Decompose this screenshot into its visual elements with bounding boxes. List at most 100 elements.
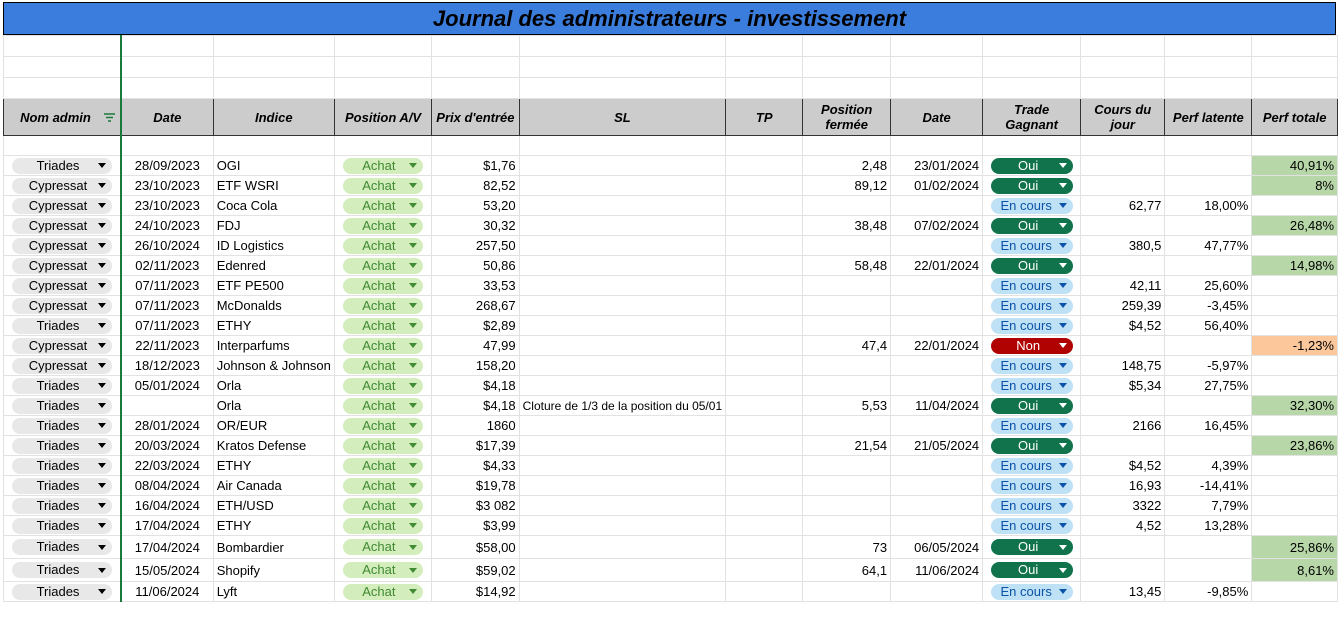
cell-perf-totale[interactable]: 23,86% xyxy=(1251,435,1338,456)
cell-sl[interactable] xyxy=(518,155,727,176)
header-sl[interactable]: SL xyxy=(518,98,727,136)
admin-dropdown[interactable]: Triades xyxy=(12,517,112,534)
cell-perf-totale[interactable]: 8% xyxy=(1251,175,1338,196)
header-date-fermeture[interactable]: Date xyxy=(890,98,984,136)
cell-date[interactable]: 18/12/2023 xyxy=(120,355,214,376)
position-dropdown[interactable]: Achat xyxy=(342,457,423,474)
cell-tp[interactable] xyxy=(725,255,804,276)
cell-indice[interactable]: Shopify xyxy=(212,558,335,582)
cell-admin[interactable]: Cypressat xyxy=(2,295,122,316)
admin-dropdown[interactable]: Triades xyxy=(12,539,112,556)
position-dropdown[interactable]: Achat xyxy=(342,539,423,556)
cell-position-fermee[interactable] xyxy=(802,275,892,296)
cell-perf-latente[interactable]: 56,40% xyxy=(1164,315,1253,336)
cell-perf-totale[interactable]: 26,48% xyxy=(1251,215,1338,236)
cell-sl[interactable] xyxy=(518,235,727,256)
cell-tp[interactable] xyxy=(725,315,804,336)
cell-position[interactable]: Achat xyxy=(333,275,433,296)
cell-sl[interactable] xyxy=(518,175,727,196)
cell-date-fermeture[interactable] xyxy=(890,375,984,396)
cell-cours-du-jour[interactable] xyxy=(1080,255,1166,276)
position-dropdown[interactable]: Achat xyxy=(342,197,423,214)
trade-status-dropdown[interactable]: Oui xyxy=(991,217,1074,234)
cell-position[interactable]: Achat xyxy=(333,581,433,602)
admin-dropdown[interactable]: Cypressat xyxy=(12,177,112,194)
cell-sl[interactable] xyxy=(518,315,727,336)
trade-status-dropdown[interactable]: En cours xyxy=(991,317,1074,334)
cell-date[interactable] xyxy=(120,395,214,416)
cell-position[interactable]: Achat xyxy=(333,315,433,336)
cell-prix-entree[interactable]: 268,67 xyxy=(431,295,520,316)
admin-dropdown[interactable]: Triades xyxy=(12,457,112,474)
cell-trade-gagnant[interactable]: Oui xyxy=(982,558,1082,582)
table-row[interactable]: Triades 07/11/2023 ETHY Achat $2,89 En cours $… xyxy=(2,315,1338,336)
cell-indice[interactable]: OR/EUR xyxy=(212,415,335,436)
table-row[interactable]: Cypressat 24/10/2023 FDJ Achat 30,32 38,48 07/… xyxy=(2,215,1338,236)
cell-sl[interactable] xyxy=(518,255,727,276)
cell-prix-entree[interactable]: $17,39 xyxy=(431,435,520,456)
position-dropdown[interactable]: Achat xyxy=(342,583,423,600)
cell-position-fermee[interactable] xyxy=(802,195,892,216)
cell-perf-totale[interactable]: 32,30% xyxy=(1251,395,1338,416)
cell-position[interactable]: Achat xyxy=(333,375,433,396)
cell-admin[interactable]: Triades xyxy=(2,395,122,416)
cell-indice[interactable]: ETHY xyxy=(212,455,335,476)
cell-position[interactable]: Achat xyxy=(333,335,433,356)
cell-perf-latente[interactable]: -3,45% xyxy=(1164,295,1253,316)
cell-tp[interactable] xyxy=(725,275,804,296)
cell-indice[interactable]: Orla xyxy=(212,395,335,416)
cell-cours-du-jour[interactable]: 148,75 xyxy=(1080,355,1166,376)
cell-admin[interactable]: Cypressat xyxy=(2,235,122,256)
trade-status-dropdown[interactable]: Oui xyxy=(991,177,1074,194)
cell-admin[interactable]: Cypressat xyxy=(2,175,122,196)
cell-position[interactable]: Achat xyxy=(333,195,433,216)
cell-position-fermee[interactable] xyxy=(802,415,892,436)
position-dropdown[interactable]: Achat xyxy=(342,397,423,414)
header-tp[interactable]: TP xyxy=(725,98,804,136)
cell-perf-totale[interactable] xyxy=(1251,455,1338,476)
cell-trade-gagnant[interactable]: En cours xyxy=(982,581,1082,602)
position-dropdown[interactable]: Achat xyxy=(342,417,423,434)
position-dropdown[interactable]: Achat xyxy=(342,217,423,234)
cell-position[interactable]: Achat xyxy=(333,435,433,456)
table-row[interactable]: Cypressat 18/12/2023 Johnson & Johnson Acha… xyxy=(2,355,1338,376)
cell-position[interactable]: Achat xyxy=(333,535,433,559)
cell-prix-entree[interactable]: $19,78 xyxy=(431,475,520,496)
cell-prix-entree[interactable]: 257,50 xyxy=(431,235,520,256)
cell-cours-du-jour[interactable]: 16,93 xyxy=(1080,475,1166,496)
table-row[interactable]: Triades 16/04/2024 ETH/USD Achat $3 082 En co… xyxy=(2,495,1338,516)
cell-trade-gagnant[interactable]: En cours xyxy=(982,235,1082,256)
cell-cours-du-jour[interactable] xyxy=(1080,175,1166,196)
cell-sl[interactable] xyxy=(518,355,727,376)
cell-prix-entree[interactable]: $2,89 xyxy=(431,315,520,336)
header-trade-gagnant[interactable]: Trade Gagnant xyxy=(982,98,1082,136)
position-dropdown[interactable]: Achat xyxy=(342,562,423,579)
cell-position-fermee[interactable] xyxy=(802,581,892,602)
cell-sl[interactable] xyxy=(518,558,727,582)
cell-tp[interactable] xyxy=(725,215,804,236)
cell-indice[interactable]: Air Canada xyxy=(212,475,335,496)
admin-dropdown[interactable]: Cypressat xyxy=(12,357,112,374)
admin-dropdown[interactable]: Cypressat xyxy=(12,237,112,254)
cell-position[interactable]: Achat xyxy=(333,255,433,276)
cell-perf-latente[interactable]: 16,45% xyxy=(1164,415,1253,436)
table-row[interactable]: Triades 17/04/2024 ETHY Achat $3,99 En cours 4… xyxy=(2,515,1338,536)
cell-indice[interactable]: ID Logistics xyxy=(212,235,335,256)
cell-perf-totale[interactable] xyxy=(1251,235,1338,256)
cell-perf-totale[interactable]: 8,61% xyxy=(1251,558,1338,582)
cell-prix-entree[interactable]: $1,76 xyxy=(431,155,520,176)
cell-indice[interactable]: Edenred xyxy=(212,255,335,276)
cell-perf-latente[interactable]: -14,41% xyxy=(1164,475,1253,496)
cell-trade-gagnant[interactable]: En cours xyxy=(982,355,1082,376)
position-dropdown[interactable]: Achat xyxy=(342,517,423,534)
filter-icon[interactable] xyxy=(103,113,115,122)
cell-trade-gagnant[interactable]: En cours xyxy=(982,515,1082,536)
admin-dropdown[interactable]: Triades xyxy=(12,437,112,454)
cell-tp[interactable] xyxy=(725,295,804,316)
trade-status-dropdown[interactable]: Oui xyxy=(991,397,1074,414)
cell-date-fermeture[interactable] xyxy=(890,581,984,602)
position-dropdown[interactable]: Achat xyxy=(342,357,423,374)
header-indice[interactable]: Indice xyxy=(212,98,335,136)
cell-date[interactable]: 17/04/2024 xyxy=(120,535,214,559)
cell-prix-entree[interactable]: $3,99 xyxy=(431,515,520,536)
